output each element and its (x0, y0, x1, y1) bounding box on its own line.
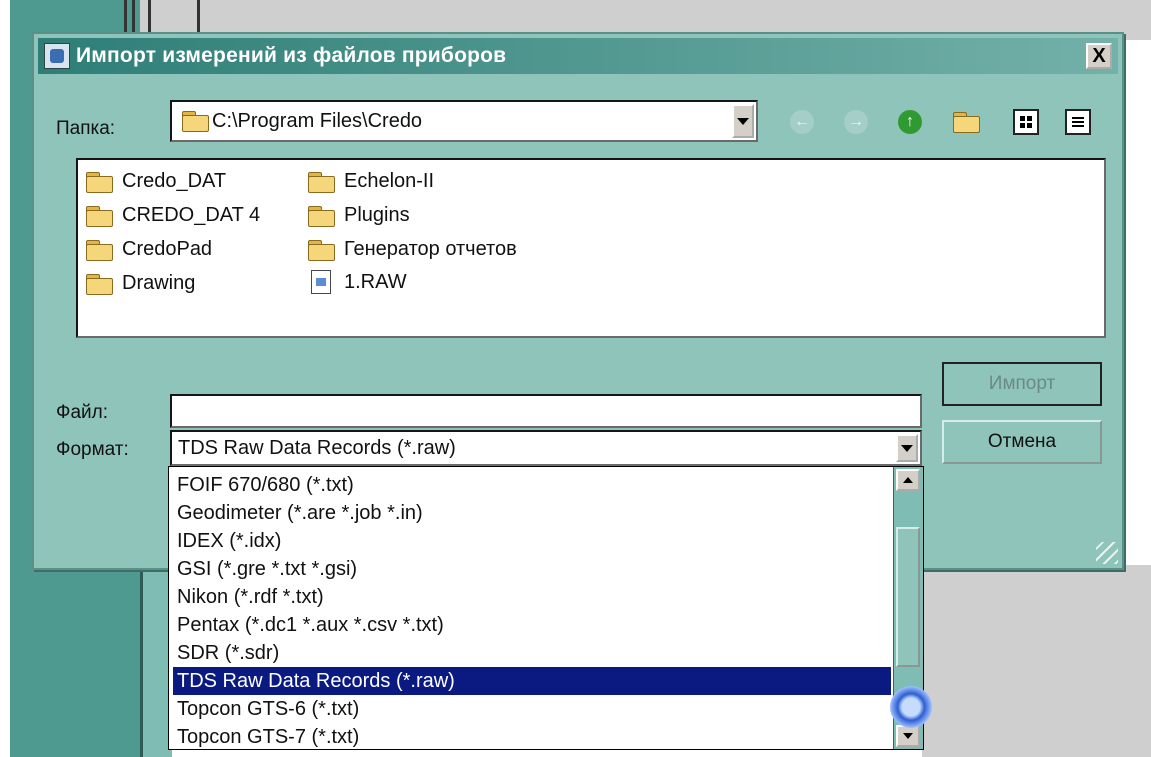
format-option[interactable]: Nikon (*.rdf *.txt) (173, 583, 891, 611)
format-option[interactable]: Geodimeter (*.are *.job *.in) (173, 499, 891, 527)
folder-icon (308, 171, 335, 193)
up-folder-button[interactable]: ↑ (896, 108, 924, 136)
format-selected: TDS Raw Data Records (*.raw) (178, 436, 456, 459)
format-option-selected[interactable]: TDS Raw Data Records (*.raw) (173, 667, 891, 695)
format-label: Формат: (56, 439, 129, 460)
busy-cursor-icon (890, 686, 932, 728)
format-option[interactable]: FOIF 670/680 (*.txt) (173, 471, 891, 499)
details-view-button[interactable] (1064, 108, 1092, 136)
chevron-down-icon (737, 117, 749, 125)
list-item[interactable]: CREDO_DAT 4 (86, 204, 260, 227)
scroll-thumb[interactable] (896, 527, 920, 667)
file-label: Файл: (56, 402, 108, 423)
list-view-button[interactable] (1012, 108, 1040, 136)
chevron-down-icon (901, 444, 913, 452)
format-option[interactable]: IDEX (*.idx) (173, 527, 891, 555)
back-icon: ← (790, 110, 814, 134)
chevron-down-icon (903, 733, 913, 739)
folder-icon (182, 111, 209, 132)
details-view-icon (1065, 109, 1091, 135)
app-icon (44, 43, 70, 69)
folder-icon (86, 171, 113, 193)
import-button[interactable]: Импорт (942, 362, 1102, 406)
folder-icon (308, 205, 335, 227)
close-button[interactable]: X (1086, 43, 1112, 69)
folder-icon (86, 239, 113, 261)
new-folder-button[interactable] (952, 108, 980, 136)
dialog-title: Импорт измерений из файлов приборов (76, 44, 507, 67)
folder-icon (86, 205, 113, 227)
list-item[interactable]: Drawing (86, 272, 195, 295)
back-button[interactable]: ← (788, 108, 816, 136)
list-item[interactable]: CredoPad (86, 238, 212, 261)
cancel-button[interactable]: Отмена (942, 420, 1102, 464)
title-bar[interactable]: Импорт измерений из файлов приборов X (38, 38, 1118, 74)
forward-button[interactable]: → (842, 108, 870, 136)
file-name-input[interactable] (170, 394, 922, 428)
forward-icon: → (844, 110, 868, 134)
format-option[interactable]: Topcon GTS-7 (*.txt) (173, 723, 891, 751)
folder-icon (86, 273, 113, 295)
list-item[interactable]: Генератор отчетов (308, 238, 517, 261)
format-dropdown-list[interactable]: FOIF 670/680 (*.txt) Geodimeter (*.are *… (168, 466, 924, 750)
list-view-icon (1013, 109, 1039, 135)
list-item[interactable]: Plugins (308, 204, 410, 227)
raw-file-icon (311, 270, 331, 294)
format-select[interactable]: TDS Raw Data Records (*.raw) (170, 430, 922, 466)
list-item[interactable]: 1.RAW (308, 270, 407, 294)
folder-dropdown-button[interactable] (732, 104, 754, 138)
folder-label: Папка: (56, 118, 116, 139)
format-option[interactable]: GSI (*.gre *.txt *.gsi) (173, 555, 891, 583)
folder-icon (308, 239, 335, 261)
background-area (922, 565, 1151, 757)
scroll-up-button[interactable] (896, 469, 920, 491)
folder-select[interactable]: C:\Program Files\Credo (170, 100, 758, 142)
chevron-up-icon (903, 477, 913, 483)
up-folder-icon: ↑ (898, 110, 922, 134)
list-item[interactable]: Echelon-II (308, 170, 434, 193)
format-option[interactable]: Pentax (*.dc1 *.aux *.csv *.txt) (173, 611, 891, 639)
format-option[interactable]: SDR (*.sdr) (173, 639, 891, 667)
format-option[interactable]: Topcon GTS-6 (*.txt) (173, 695, 891, 723)
folder-path: C:\Program Files\Credo (212, 109, 423, 132)
resize-grip[interactable] (1096, 542, 1118, 564)
file-list[interactable]: Credo_DAT CREDO_DAT 4 CredoPad Drawing E… (76, 158, 1106, 338)
list-item[interactable]: Credo_DAT (86, 170, 226, 193)
format-dropdown-button[interactable] (896, 434, 918, 462)
scroll-down-button[interactable] (896, 725, 920, 747)
new-folder-icon (953, 112, 980, 133)
